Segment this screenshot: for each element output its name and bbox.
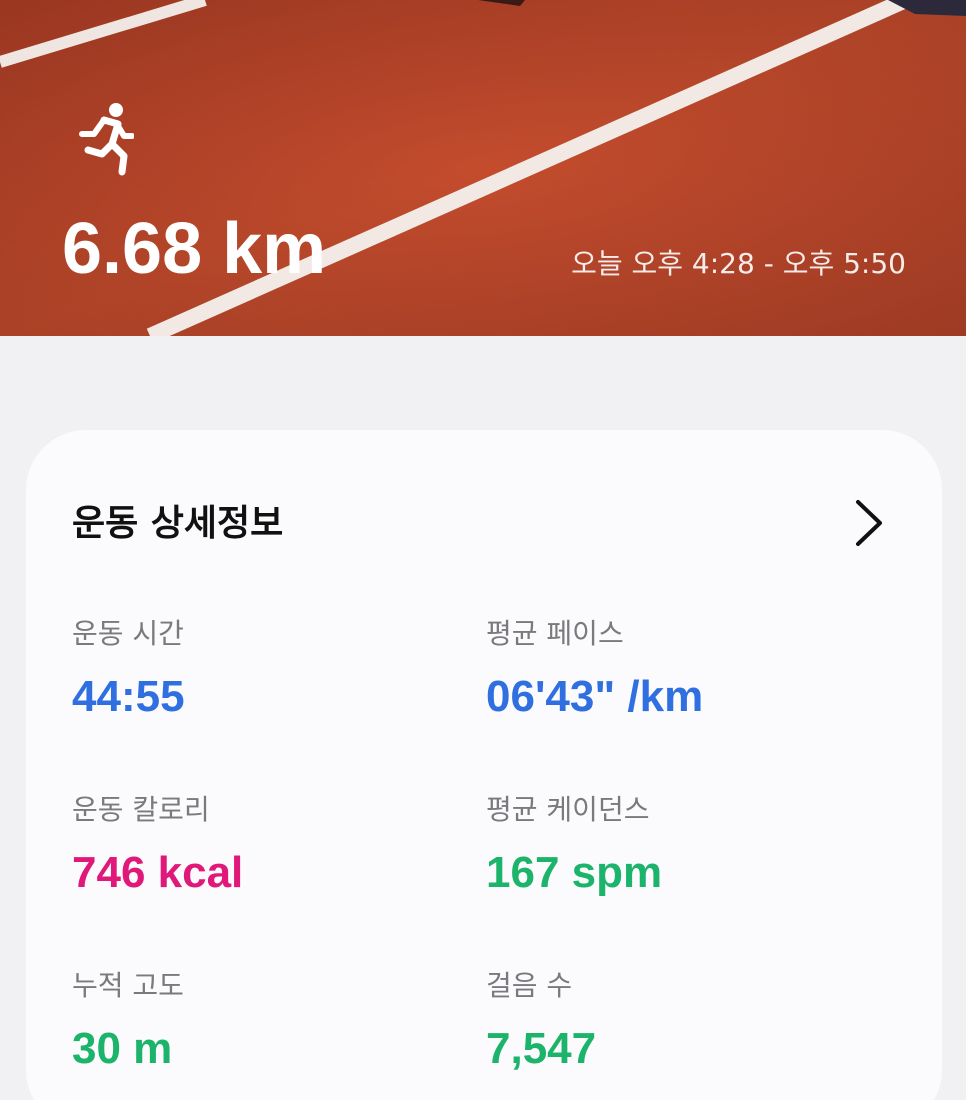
metric-label: 평균 케이던스: [486, 793, 650, 826]
metric-average-cadence: 평균 케이던스 167 spm: [486, 792, 886, 898]
metric-steps: 걸음 수 7,547: [486, 968, 886, 1074]
total-distance: 6.68 km: [62, 209, 327, 289]
metric-label: 누적 고도: [72, 969, 184, 1002]
metric-value: 30 m: [72, 1024, 173, 1073]
metric-label: 운동 시간: [72, 617, 184, 650]
workout-time-range: 오늘 오후 4:28 - 오후 5:50: [571, 247, 906, 280]
card-title: 운동 상세정보: [72, 503, 284, 544]
metric-label: 운동 칼로리: [72, 793, 210, 826]
metric-calories: 운동 칼로리 746 kcal: [72, 792, 472, 898]
metric-value: 06'43" /km: [486, 672, 704, 721]
chevron-right-icon[interactable]: [852, 498, 886, 548]
running-person-icon: [79, 103, 134, 176]
track-banner: 6.68 km 오늘 오후 4:28 - 오후 5:50: [0, 0, 966, 336]
metric-value: 167 spm: [486, 848, 663, 897]
metric-label: 평균 페이스: [486, 617, 624, 650]
metric-average-pace: 평균 페이스 06'43" /km: [486, 616, 886, 722]
workout-details-card[interactable]: 운동 상세정보 운동 시간 44:55 평균 페이스 06'43" /km 운동…: [26, 430, 942, 1100]
metric-value: 7,547: [486, 1024, 597, 1073]
metric-elevation-gain: 누적 고도 30 m: [72, 968, 472, 1074]
metric-label: 걸음 수: [486, 969, 573, 1002]
metric-value: 44:55: [72, 672, 185, 721]
workout-summary-screen: 6.68 km 오늘 오후 4:28 - 오후 5:50 운동 상세정보 운동 …: [0, 0, 966, 1100]
metric-exercise-time: 운동 시간 44:55: [72, 616, 472, 722]
metric-value: 746 kcal: [72, 848, 244, 897]
